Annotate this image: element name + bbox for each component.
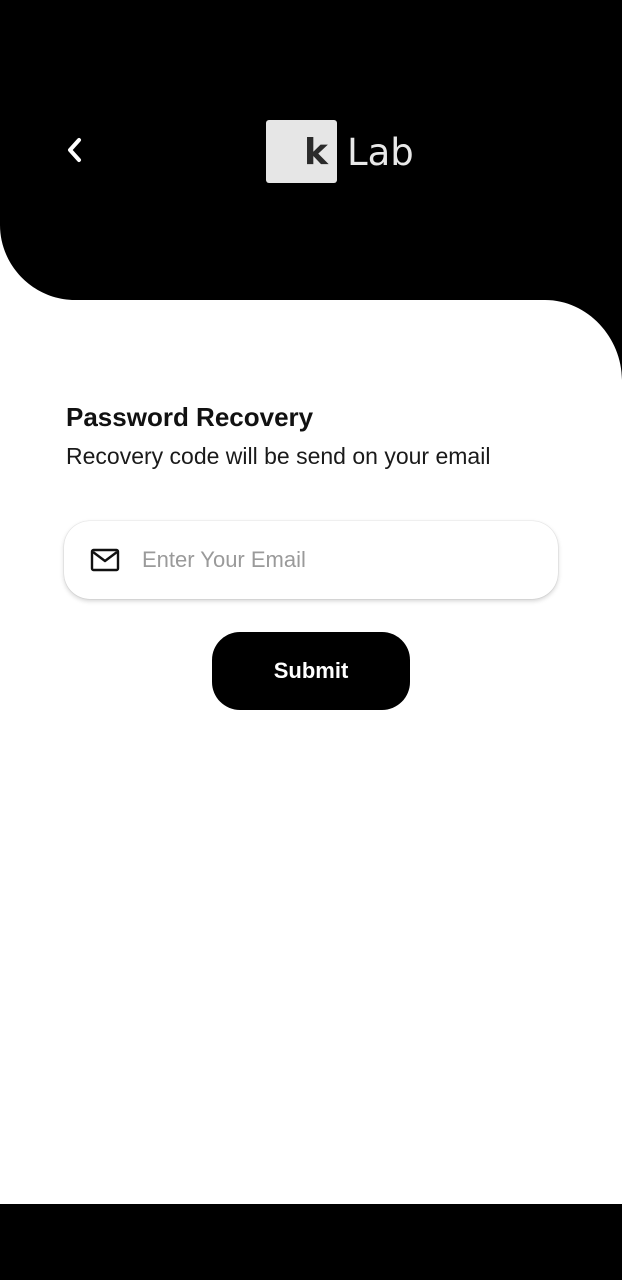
logo-box: k	[266, 119, 337, 183]
system-navigation-bar	[0, 1204, 622, 1280]
email-field[interactable]	[64, 521, 558, 599]
header-background	[0, 0, 622, 380]
submit-button[interactable]: Submit	[212, 632, 410, 710]
logo-letter: k	[304, 132, 328, 173]
email-input[interactable]	[140, 546, 524, 574]
back-button[interactable]	[52, 128, 96, 172]
logo-word: Lab	[347, 130, 414, 174]
mail-icon	[90, 548, 120, 572]
password-recovery-screen: k Lab Password Recovery Recovery code wi…	[0, 0, 622, 1280]
app-logo: k Lab	[266, 119, 414, 183]
page-subtitle: Recovery code will be send on your email	[66, 443, 491, 469]
page-title: Password Recovery	[66, 402, 314, 432]
chevron-left-icon	[68, 138, 81, 162]
